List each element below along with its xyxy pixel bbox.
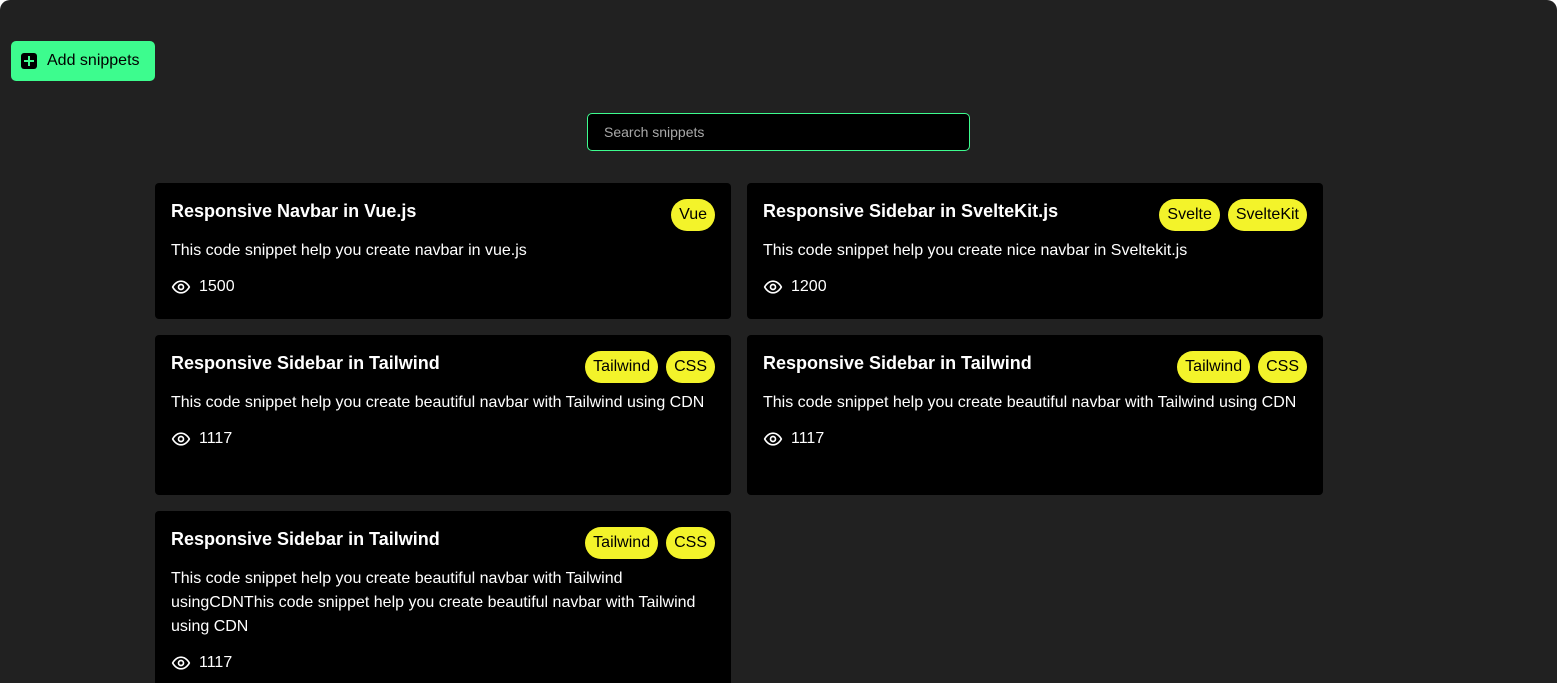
view-count-value: 1500 bbox=[199, 278, 235, 295]
plus-square-icon bbox=[21, 53, 37, 69]
app-window: Add snippets Responsive Navbar in Vue.js… bbox=[0, 0, 1557, 683]
snippet-card[interactable]: Responsive Sidebar in Tailwind Tailwind … bbox=[747, 335, 1323, 495]
tag-list: Tailwind CSS bbox=[585, 527, 715, 559]
eye-icon bbox=[171, 656, 191, 670]
snippet-title: Responsive Sidebar in Tailwind bbox=[171, 529, 440, 549]
tag-badge[interactable]: Tailwind bbox=[585, 351, 659, 383]
tag-badge[interactable]: CSS bbox=[666, 527, 715, 559]
eye-icon bbox=[171, 280, 191, 294]
snippet-title: Responsive Sidebar in Tailwind bbox=[763, 353, 1032, 373]
view-count-value: 1117 bbox=[199, 654, 233, 671]
tag-badge[interactable]: Svelte bbox=[1159, 199, 1220, 231]
tag-badge[interactable]: CSS bbox=[1258, 351, 1307, 383]
search-input[interactable] bbox=[587, 113, 970, 151]
view-count-value: 1117 bbox=[791, 430, 825, 447]
tag-badge[interactable]: Tailwind bbox=[1177, 351, 1251, 383]
view-count: 1117 bbox=[171, 651, 715, 675]
tag-badge[interactable]: CSS bbox=[666, 351, 715, 383]
view-count: 1117 bbox=[171, 427, 715, 451]
tag-list: Tailwind CSS bbox=[1177, 351, 1307, 383]
view-count-value: 1117 bbox=[199, 430, 233, 447]
tag-list: Svelte SvelteKit bbox=[1159, 199, 1307, 231]
add-snippets-label: Add snippets bbox=[47, 52, 140, 69]
snippet-card[interactable]: Responsive Sidebar in Tailwind Tailwind … bbox=[155, 335, 731, 495]
tag-list: Tailwind CSS bbox=[585, 351, 715, 383]
tag-badge[interactable]: Vue bbox=[671, 199, 715, 231]
snippet-card[interactable]: Responsive Sidebar in Tailwind Tailwind … bbox=[155, 511, 731, 683]
tag-list: Vue bbox=[671, 199, 715, 231]
add-snippets-button[interactable]: Add snippets bbox=[11, 41, 155, 81]
eye-icon bbox=[171, 432, 191, 446]
view-count: 1117 bbox=[763, 427, 1307, 451]
snippet-description: This code snippet help you create beauti… bbox=[171, 394, 705, 411]
eye-icon bbox=[763, 432, 783, 446]
tag-badge[interactable]: Tailwind bbox=[585, 527, 659, 559]
view-count-value: 1200 bbox=[791, 278, 827, 295]
snippet-title: Responsive Sidebar in Tailwind bbox=[171, 353, 440, 373]
snippet-card[interactable]: Responsive Sidebar in SvelteKit.js Svelt… bbox=[747, 183, 1323, 319]
view-count: 1500 bbox=[171, 275, 715, 299]
eye-icon bbox=[763, 280, 783, 294]
view-count: 1200 bbox=[763, 275, 1307, 299]
snippet-description: This code snippet help you create navbar… bbox=[171, 242, 527, 259]
snippet-title: Responsive Sidebar in SvelteKit.js bbox=[763, 201, 1059, 221]
snippet-description: This code snippet help you create beauti… bbox=[763, 394, 1297, 411]
snippet-card[interactable]: Responsive Navbar in Vue.js Vue This cod… bbox=[155, 183, 731, 319]
tag-badge[interactable]: SvelteKit bbox=[1227, 199, 1307, 231]
snippet-description: This code snippet help you create nice n… bbox=[763, 242, 1188, 259]
snippet-title: Responsive Navbar in Vue.js bbox=[171, 201, 417, 221]
snippet-description: This code snippet help you create beauti… bbox=[171, 570, 696, 635]
